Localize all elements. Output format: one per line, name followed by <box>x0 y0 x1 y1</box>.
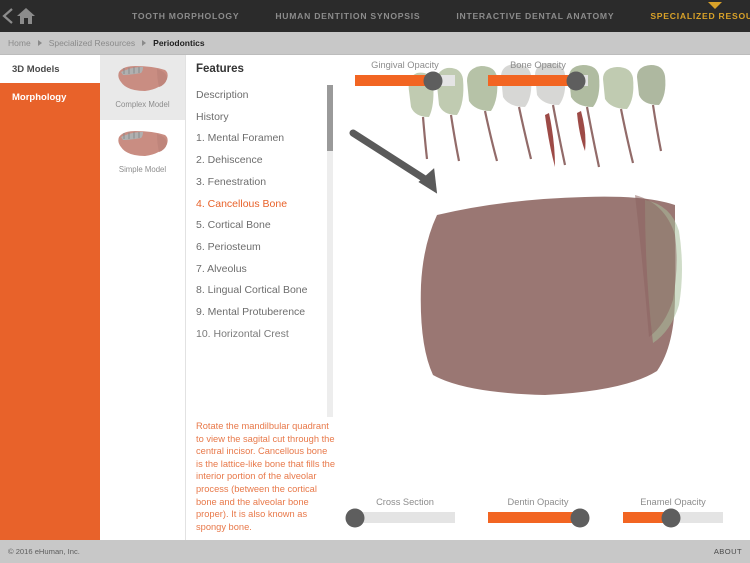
chevron-left-icon <box>2 8 13 24</box>
active-tab-marker-icon <box>708 2 723 9</box>
feature-item-periosteum[interactable]: 6. Periosteum <box>196 237 346 259</box>
slider-cross-section: Cross Section <box>345 497 460 527</box>
feature-item-alveolus[interactable]: 7. Alveolus <box>196 259 346 281</box>
breadcrumb-separator-icon <box>142 40 147 46</box>
breadcrumb-separator-icon <box>37 40 42 46</box>
slider-label: Enamel Opacity <box>640 497 706 507</box>
features-panel: Features Description History 1. Mental F… <box>185 55 345 540</box>
slider-label: Gingival Opacity <box>371 60 439 70</box>
sidebar-item-3d-models[interactable]: 3D Models <box>0 55 100 83</box>
tab-label: SPECIALIZED RESOURCES <box>650 11 750 21</box>
footer-copyright: © 2016 eHuman, Inc. <box>8 547 80 556</box>
feature-item-mental-foramen[interactable]: 1. Mental Foramen <box>196 128 346 150</box>
tab-label: TOOTH MORPHOLOGY <box>132 11 240 21</box>
footer-about-link[interactable]: ABOUT <box>714 547 742 556</box>
nav-tab-list: TOOTH MORPHOLOGY HUMAN DENTITION SYNOPSI… <box>114 0 750 32</box>
sidebar-active-panel: Morphology <box>0 83 100 540</box>
tab-label: INTERACTIVE DENTAL ANATOMY <box>456 11 615 21</box>
feature-item-dehiscence[interactable]: 2. Dehiscence <box>196 150 346 172</box>
sidebar-item-label: Morphology <box>12 91 67 103</box>
mandible-body <box>420 195 682 395</box>
feature-item-history[interactable]: History <box>196 107 346 129</box>
model-viewport[interactable] <box>345 55 750 540</box>
breadcrumb-item-home[interactable]: Home <box>8 38 31 48</box>
slider-label: Cross Section <box>376 497 434 507</box>
breadcrumb-item-specialized-resources[interactable]: Specialized Resources <box>49 38 135 48</box>
breadcrumb-item-periodontics: Periodontics <box>153 38 205 48</box>
model-thumb-label: Simple Model <box>118 165 167 174</box>
simple-model-icon <box>117 131 168 156</box>
slider-bone-opacity: Bone Opacity <box>483 60 593 90</box>
features-list: Description History 1. Mental Foramen 2.… <box>186 85 346 415</box>
slider-label: Dentin Opacity <box>507 497 569 507</box>
sidebar-item-morphology[interactable]: Morphology <box>0 83 100 111</box>
slider-thumb[interactable] <box>423 71 443 90</box>
features-title: Features <box>196 63 244 75</box>
home-icon <box>17 8 35 24</box>
footer-bar: © 2016 eHuman, Inc. ABOUT <box>0 540 750 563</box>
slider-thumb[interactable] <box>570 508 590 527</box>
feature-item-cortical-bone[interactable]: 5. Cortical Bone <box>196 215 346 237</box>
slider-track[interactable] <box>345 508 455 527</box>
model-thumb-label: Complex Model <box>115 100 170 109</box>
complex-model-icon <box>117 66 168 91</box>
slider-enamel-opacity: Enamel Opacity <box>618 497 728 527</box>
model-thumb-simple[interactable]: Simple Model <box>100 120 185 185</box>
top-navigation-bar: TOOTH MORPHOLOGY HUMAN DENTITION SYNOPSI… <box>0 0 750 32</box>
feature-item-cancellous-bone[interactable]: 4. Cancellous Bone <box>196 194 346 216</box>
tab-tooth-morphology[interactable]: TOOTH MORPHOLOGY <box>114 0 257 32</box>
tooth-roots-group <box>421 104 663 168</box>
feature-item-horizontal-crest[interactable]: 10. Horizontal Crest <box>196 324 346 346</box>
tab-human-dentition-synopsis[interactable]: HUMAN DENTITION SYNOPSIS <box>257 0 438 32</box>
breadcrumb: Home Specialized Resources Periodontics <box>0 32 750 55</box>
arrow-pointer-icon <box>349 129 438 194</box>
tab-specialized-resources[interactable]: SPECIALIZED RESOURCES <box>632 0 750 32</box>
features-scrollbar[interactable] <box>327 85 333 417</box>
slider-fill <box>488 75 576 86</box>
slider-track[interactable] <box>623 508 723 527</box>
home-button[interactable] <box>16 0 36 32</box>
feature-item-fenestration[interactable]: 3. Fenestration <box>196 172 346 194</box>
pulp-canal-group <box>545 111 586 167</box>
slider-track[interactable] <box>355 71 455 90</box>
slider-dentin-opacity: Dentin Opacity <box>483 497 593 527</box>
sidebar-item-label: 3D Models <box>12 63 60 75</box>
slider-fill <box>355 75 433 86</box>
slider-thumb[interactable] <box>566 71 586 90</box>
slider-label: Bone Opacity <box>510 60 566 70</box>
feature-item-description[interactable]: Description <box>196 85 346 107</box>
tab-label: HUMAN DENTITION SYNOPSIS <box>275 11 421 21</box>
mandible-3d-model[interactable] <box>345 55 750 540</box>
slider-track[interactable] <box>488 508 590 527</box>
model-thumbnail-column: Complex Model Simple Model <box>100 55 185 540</box>
slider-track[interactable] <box>488 71 588 90</box>
left-sidebar: 3D Models Morphology <box>0 55 100 540</box>
tab-interactive-dental-anatomy[interactable]: INTERACTIVE DENTAL ANATOMY <box>438 0 632 32</box>
back-button[interactable] <box>0 0 16 32</box>
feature-item-lingual-cortical-bone[interactable]: 8. Lingual Cortical Bone <box>196 280 346 302</box>
slider-gingival-opacity: Gingival Opacity <box>350 60 460 90</box>
slider-fill <box>488 512 580 523</box>
app-root: TOOTH MORPHOLOGY HUMAN DENTITION SYNOPSI… <box>0 0 750 563</box>
slider-thumb[interactable] <box>661 508 681 527</box>
slider-thumb[interactable] <box>345 508 365 527</box>
features-scrollbar-thumb[interactable] <box>327 85 333 151</box>
feature-item-mental-protuberence[interactable]: 9. Mental Protuberence <box>196 302 346 324</box>
feature-description-note: Rotate the mandilbular quadrant to view … <box>196 421 336 532</box>
model-thumb-complex[interactable]: Complex Model <box>100 55 185 120</box>
